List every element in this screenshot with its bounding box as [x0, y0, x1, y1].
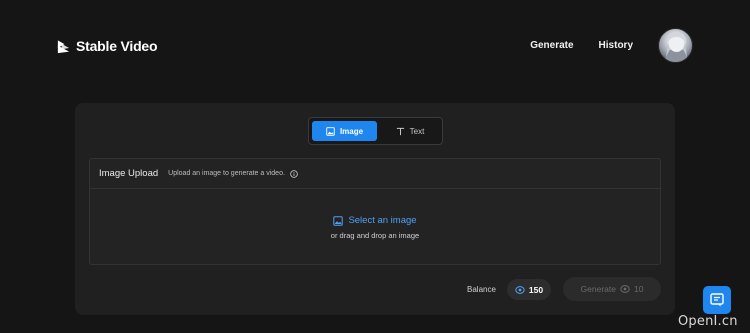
brand-logo[interactable]: Stable Video	[56, 38, 158, 54]
nav-generate[interactable]: Generate	[530, 40, 573, 51]
brand-name: Stable Video	[76, 38, 158, 54]
avatar-image	[665, 32, 688, 62]
tab-text-label: Text	[409, 126, 425, 136]
image-icon	[326, 126, 335, 136]
balance-badge: 150	[507, 279, 551, 300]
upload-header: Image Upload Upload an image to generate…	[90, 159, 660, 189]
coin-icon	[620, 285, 630, 293]
image-dropzone[interactable]: Select an image or drag and drop an imag…	[90, 190, 660, 264]
play-stack-icon	[57, 39, 70, 53]
avatar[interactable]	[658, 28, 693, 63]
tab-image-label: Image	[339, 126, 364, 136]
generate-button[interactable]: Generate 10	[563, 277, 661, 301]
watermark-text: OpenI.cn	[678, 314, 738, 329]
generator-card: Image Text Image Upload Upload an image …	[75, 103, 675, 315]
upload-title: Image Upload	[99, 168, 159, 179]
action-row: Balance 150 Generate 10	[75, 277, 675, 301]
chat-icon	[710, 293, 724, 307]
select-image-label: Select an image	[348, 215, 417, 226]
balance-label: Balance	[467, 285, 496, 294]
main-nav: Generate History	[530, 40, 633, 51]
top-header: Stable Video Generate History	[0, 0, 750, 92]
mode-tabs: Image Text	[308, 117, 443, 145]
image-upload-panel: Image Upload Upload an image to generate…	[89, 158, 661, 265]
tab-text[interactable]: Text	[379, 121, 441, 141]
generate-label: Generate	[580, 284, 616, 294]
tab-image[interactable]: Image	[312, 121, 377, 141]
image-icon	[333, 215, 344, 226]
chat-support-button[interactable]	[703, 286, 731, 314]
coin-icon	[515, 285, 525, 294]
drag-drop-hint: or drag and drop an image	[330, 231, 420, 240]
nav-history[interactable]: History	[599, 40, 633, 51]
balance-value: 150	[528, 284, 544, 295]
select-image-link[interactable]: Select an image	[90, 215, 660, 226]
info-icon[interactable]	[290, 169, 298, 178]
generate-cost: 10	[633, 284, 644, 294]
upload-description: Upload an image to generate a video.	[168, 170, 285, 177]
text-icon	[396, 127, 404, 135]
